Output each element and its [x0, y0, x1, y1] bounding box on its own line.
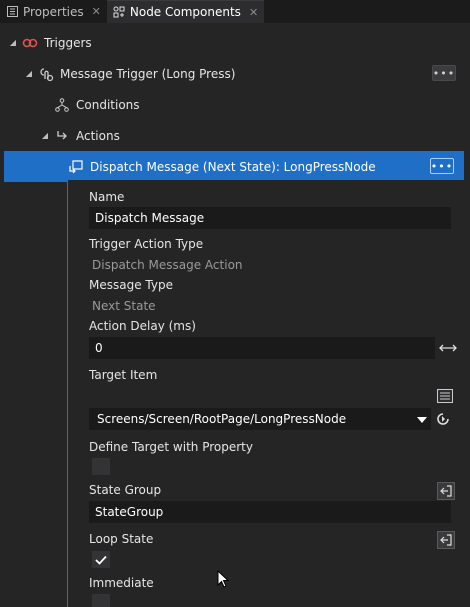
target-item-dropdown[interactable]: Screens/Screen/RootPage/LongPressNode: [89, 408, 431, 430]
message-type-label: Message Type: [89, 278, 173, 292]
expand-arrow-icon[interactable]: ◢: [40, 131, 50, 140]
tab-node-components[interactable]: Node Components ✕: [106, 0, 265, 23]
tree-item-triggers[interactable]: ◢ Triggers: [0, 27, 470, 58]
message-type-value: Next State: [92, 299, 156, 313]
expand-arrow-icon[interactable]: ◢: [24, 69, 34, 78]
go-to-target-icon[interactable]: [435, 411, 451, 430]
close-icon[interactable]: ✕: [249, 6, 258, 19]
mouse-cursor-icon: [217, 569, 230, 592]
tree-item-label: Triggers: [44, 35, 92, 50]
drag-value-icon[interactable]: [439, 342, 457, 357]
action-delay-label: Action Delay (ms): [89, 319, 196, 333]
name-label: Name: [89, 190, 125, 204]
expand-arrow-icon[interactable]: ◢: [8, 38, 18, 47]
browse-node-icon[interactable]: [437, 389, 453, 406]
node-components-panel: ◢ Triggers ◢ Message Trigger (Long Press…: [0, 23, 470, 607]
target-item-value: Screens/Screen/RootPage/LongPressNode: [97, 412, 347, 426]
tab-node-components-label: Node Components: [129, 5, 241, 19]
tab-properties[interactable]: Properties ✕: [0, 0, 107, 23]
bind-property-button[interactable]: [437, 531, 455, 549]
bind-property-button[interactable]: [437, 482, 455, 500]
define-target-label: Define Target with Property: [89, 440, 253, 454]
dispatch-message-icon: [68, 159, 84, 175]
checkmark-icon: [95, 555, 107, 565]
chevron-down-icon[interactable]: [417, 413, 427, 427]
more-options-button[interactable]: •••: [430, 158, 454, 174]
tree-item-label: Dispatch Message (Next State): LongPress…: [90, 159, 376, 174]
tree-item-dispatch-message[interactable]: Dispatch Message (Next State): LongPress…: [4, 151, 464, 182]
target-item-label: Target Item: [89, 368, 158, 382]
conditions-icon: [54, 97, 70, 113]
action-delay-field[interactable]: 0: [89, 337, 435, 359]
triggers-icon: [22, 35, 38, 51]
tree-item-label: Conditions: [76, 97, 140, 112]
immediate-checkbox[interactable]: [92, 594, 110, 607]
close-icon[interactable]: ✕: [92, 5, 101, 18]
tab-bar: Properties ✕ Node Components ✕: [0, 0, 470, 23]
tree-item-actions[interactable]: ◢ Actions: [0, 120, 470, 151]
tree-item-label: Message Trigger (Long Press): [60, 66, 236, 81]
name-field[interactable]: Dispatch Message: [89, 207, 451, 229]
action-properties: Name Dispatch Message Trigger Action Typ…: [67, 180, 470, 607]
actions-icon: [54, 128, 70, 144]
more-options-button[interactable]: •••: [432, 65, 456, 81]
trigger-action-type-label: Trigger Action Type: [89, 237, 204, 251]
state-group-label: State Group: [89, 483, 162, 497]
immediate-label: Immediate: [89, 576, 154, 590]
loop-state-label: Loop State: [89, 532, 154, 546]
node-components-icon: [113, 6, 125, 18]
tree-item-message-trigger[interactable]: ◢ Message Trigger (Long Press) •••: [0, 58, 470, 89]
define-target-checkbox[interactable]: [92, 458, 110, 475]
tree-item-label: Actions: [76, 128, 120, 143]
tab-properties-label: Properties: [23, 4, 84, 19]
properties-icon: [6, 6, 18, 18]
trigger-action-type-value: Dispatch Message Action: [92, 258, 243, 272]
state-group-field[interactable]: StateGroup: [89, 501, 451, 523]
message-trigger-icon: [38, 66, 54, 82]
loop-state-checkbox[interactable]: [92, 551, 110, 568]
tree-item-conditions[interactable]: Conditions: [0, 89, 470, 120]
